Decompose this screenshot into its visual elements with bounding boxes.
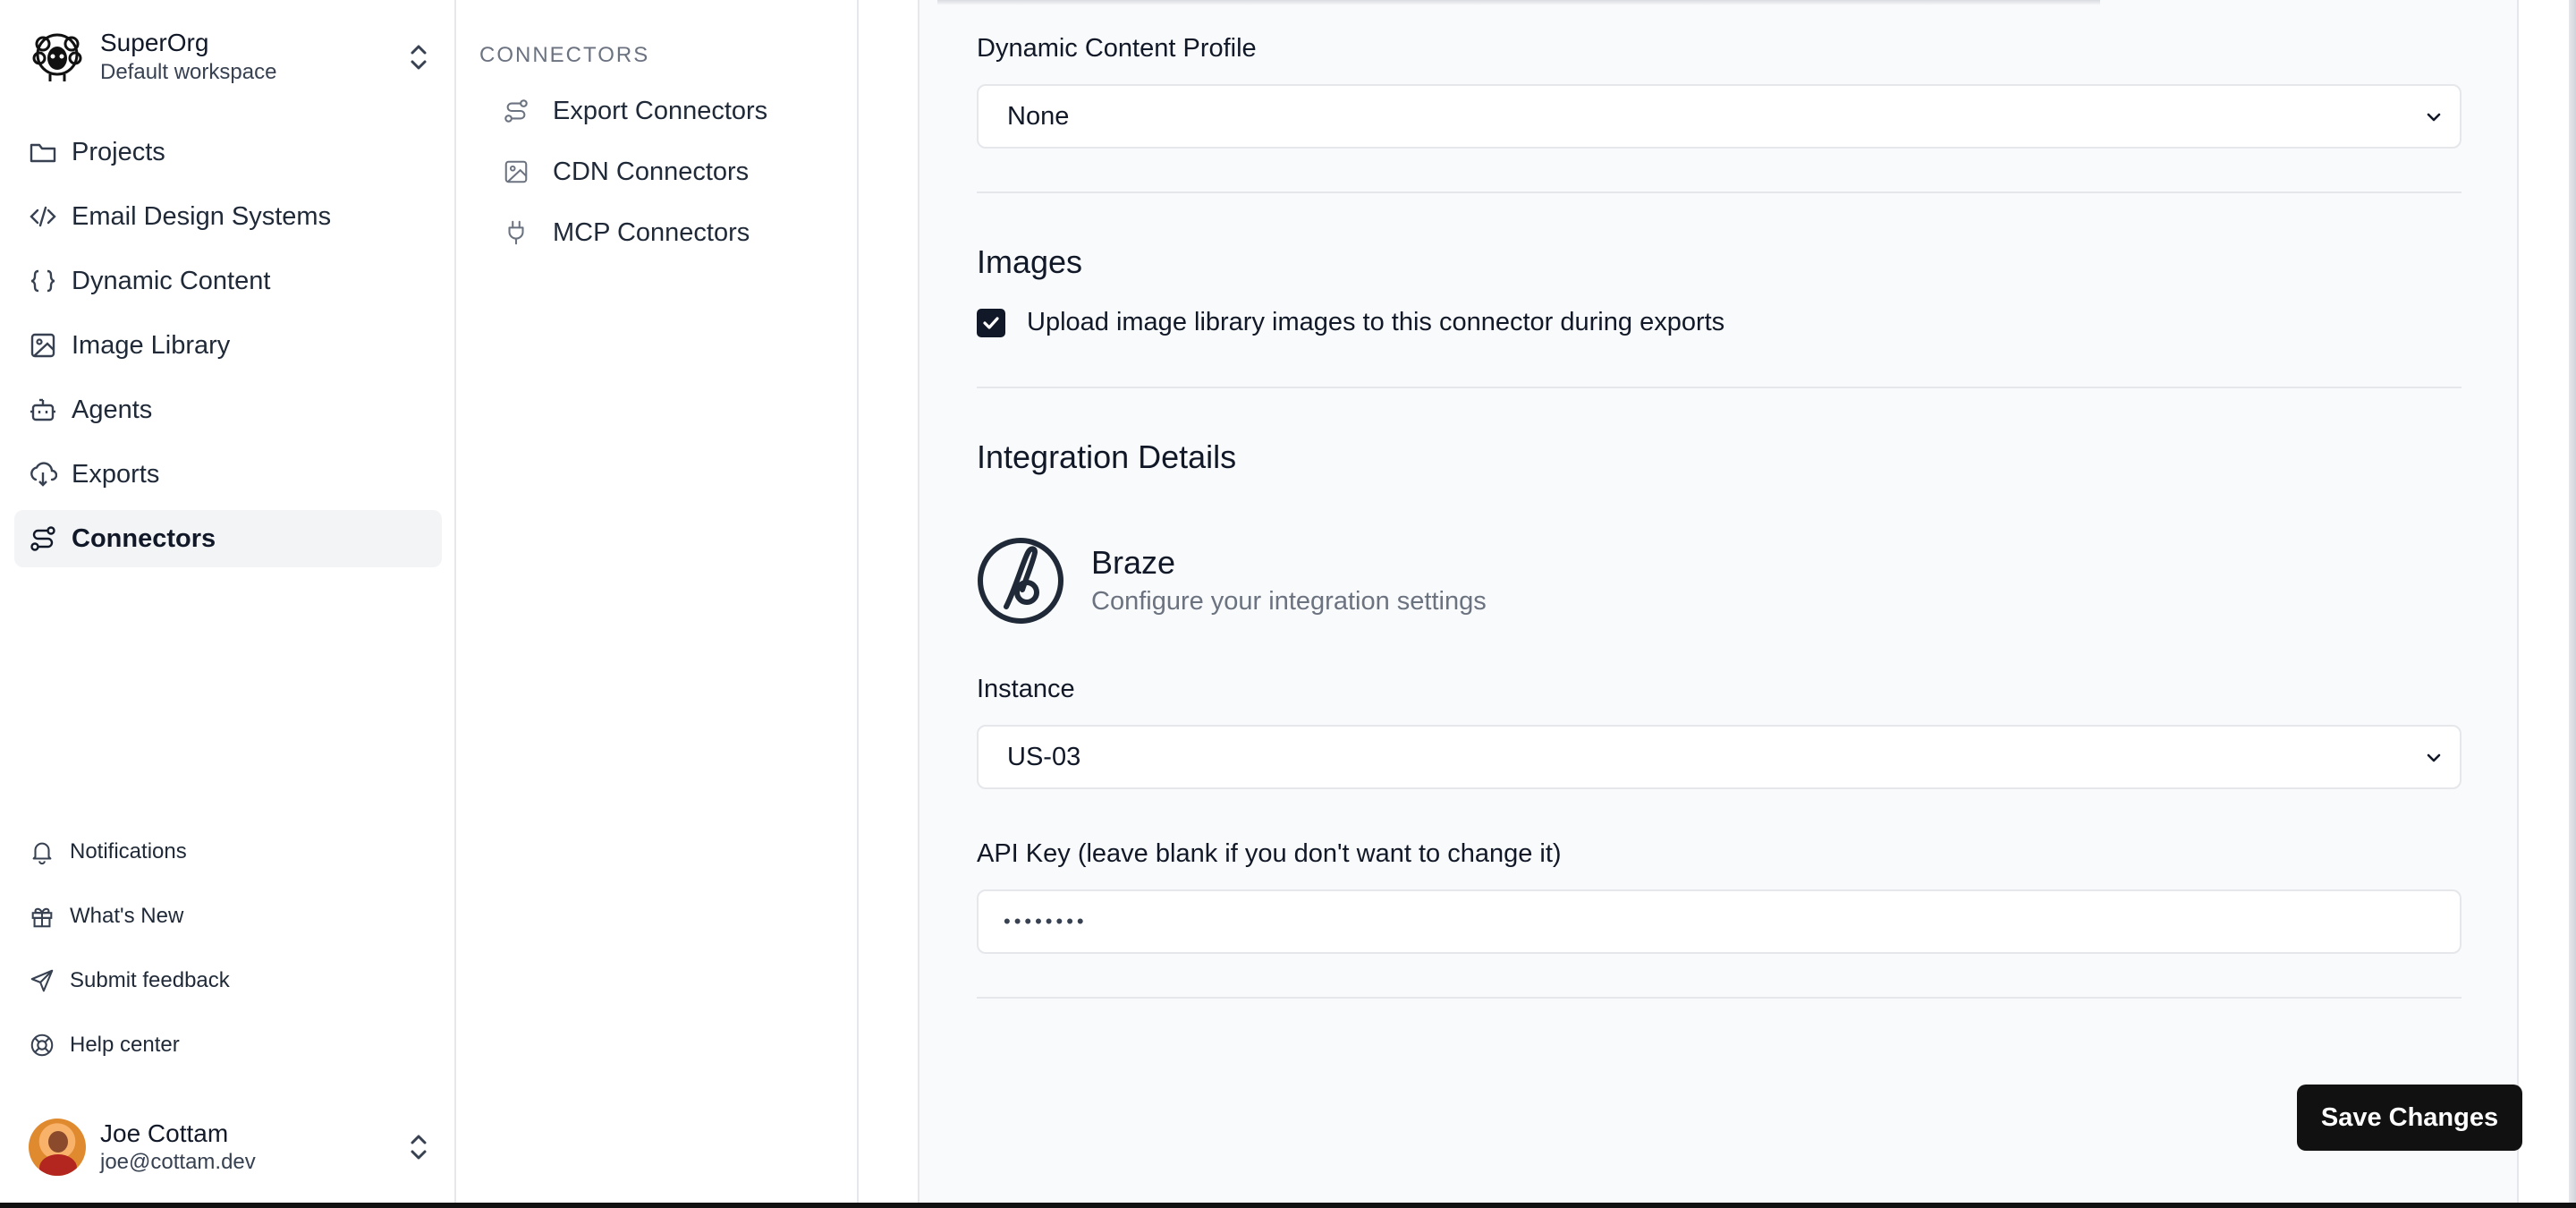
select-value: US-03 [1007, 742, 1081, 771]
main-nav: Projects Email Design Systems Dynamic Co… [14, 123, 442, 574]
nav-item-label: Connectors [72, 523, 216, 553]
divider [977, 997, 2462, 999]
upload-images-label: Upload image library images to this conn… [1027, 308, 1725, 336]
divider [977, 387, 2462, 388]
subnav-item-label: MCP Connectors [553, 217, 750, 247]
avatar [29, 1119, 86, 1176]
save-changes-button[interactable]: Save Changes [2297, 1085, 2522, 1151]
upload-images-checkbox[interactable] [977, 308, 1005, 337]
bell-icon [32, 842, 52, 865]
nav-item-label: Help center [70, 1033, 180, 1057]
api-key-input[interactable]: •••••••• [977, 889, 2462, 954]
primary-sidebar: SuperOrg Default workspace Projects Emai… [0, 0, 456, 1208]
nav-item-label: What's New [70, 904, 184, 928]
api-key-value: •••••••• [1004, 910, 1088, 932]
integration-details-title: Integration Details [977, 438, 1237, 475]
life-buoy-icon [30, 1034, 54, 1057]
images-section-title: Images [977, 243, 1083, 280]
org-name: SuperOrg [100, 29, 209, 56]
route-icon [30, 526, 55, 551]
user-menu[interactable]: Joe Cottam joe@cottam.dev [29, 1117, 431, 1178]
nav-item-submit-feedback[interactable]: Submit feedback [14, 952, 442, 1009]
nav-item-label: Dynamic Content [72, 266, 271, 295]
connector-settings-card: Dynamic Content Profile None Images Uplo… [918, 0, 2522, 1208]
subnav-item-label: Export Connectors [553, 96, 768, 125]
nav-item-projects[interactable]: Projects [14, 123, 442, 181]
folder-icon [30, 143, 56, 163]
subnav-item-label: CDN Connectors [553, 157, 750, 186]
workspace-name: Default workspace [100, 60, 277, 84]
integration-description: Configure your integration settings [1091, 587, 1487, 616]
code-icon [30, 206, 56, 227]
nav-item-label: Image Library [72, 330, 231, 360]
select-value: None [1007, 101, 1070, 131]
nav-item-label: Exports [72, 459, 160, 489]
nav-item-connectors[interactable]: Connectors [14, 510, 442, 567]
chevrons-up-down-icon[interactable] [406, 41, 431, 73]
divider [977, 191, 2462, 193]
connectors-subnav: CONNECTORS Export Connectors CDN Connect… [456, 0, 859, 1208]
nav-item-label: Notifications [70, 839, 187, 863]
subnav-item-mcp-connectors[interactable]: MCP Connectors [479, 206, 837, 259]
subnav-item-cdn-connectors[interactable]: CDN Connectors [479, 145, 837, 199]
image-icon [504, 160, 528, 183]
instance-select[interactable]: US-03 [977, 725, 2462, 789]
nav-item-notifications[interactable]: Notifications [14, 823, 442, 880]
nav-item-agents[interactable]: Agents [14, 381, 442, 438]
dynamic-content-label: Dynamic Content Profile [977, 34, 1257, 63]
braces-icon [30, 269, 55, 293]
user-email: joe@cottam.dev [100, 1150, 256, 1174]
nav-item-image-library[interactable]: Image Library [14, 317, 442, 374]
send-icon [30, 969, 54, 992]
sheep-logo-icon [32, 33, 82, 81]
instance-label: Instance [977, 675, 1075, 703]
integration-name: Braze [1091, 544, 1176, 581]
chevron-down-icon [2427, 113, 2441, 122]
subnav-title: CONNECTORS [479, 43, 650, 67]
nav-item-help-center[interactable]: Help center [14, 1017, 442, 1074]
route-icon [504, 99, 528, 123]
integration-header: Braze Configure your integration setting… [977, 537, 1487, 625]
nav-item-label: Email Design Systems [72, 201, 332, 231]
plug-icon [508, 220, 524, 245]
user-name: Joe Cottam [100, 1119, 229, 1147]
dynamic-content-select[interactable]: None [977, 84, 2462, 149]
nav-item-email-design-systems[interactable]: Email Design Systems [14, 188, 442, 245]
bot-icon [30, 398, 55, 421]
main-content: Dynamic Content Profile None Images Uplo… [859, 0, 2576, 1208]
chevron-down-icon [2427, 753, 2441, 762]
cloud-download-icon [30, 462, 57, 487]
nav-item-whats-new[interactable]: What's New [14, 888, 442, 945]
image-icon [30, 333, 55, 358]
braze-logo-icon [978, 538, 1063, 624]
chevrons-up-down-icon[interactable] [406, 1131, 431, 1163]
secondary-nav: Notifications What's New Submit feedback… [14, 823, 442, 1081]
org-switcher[interactable]: SuperOrg Default workspace [29, 25, 431, 88]
gift-icon [31, 907, 53, 928]
api-key-label: API Key (leave blank if you don't want t… [977, 839, 1562, 868]
nav-item-label: Projects [72, 137, 165, 166]
subnav-item-export-connectors[interactable]: Export Connectors [479, 84, 837, 138]
nav-item-label: Agents [72, 395, 153, 424]
nav-item-dynamic-content[interactable]: Dynamic Content [14, 252, 442, 310]
nav-item-label: Submit feedback [70, 968, 230, 992]
nav-item-exports[interactable]: Exports [14, 446, 442, 503]
check-icon [983, 316, 999, 329]
upload-images-row[interactable]: Upload image library images to this conn… [977, 308, 1724, 337]
